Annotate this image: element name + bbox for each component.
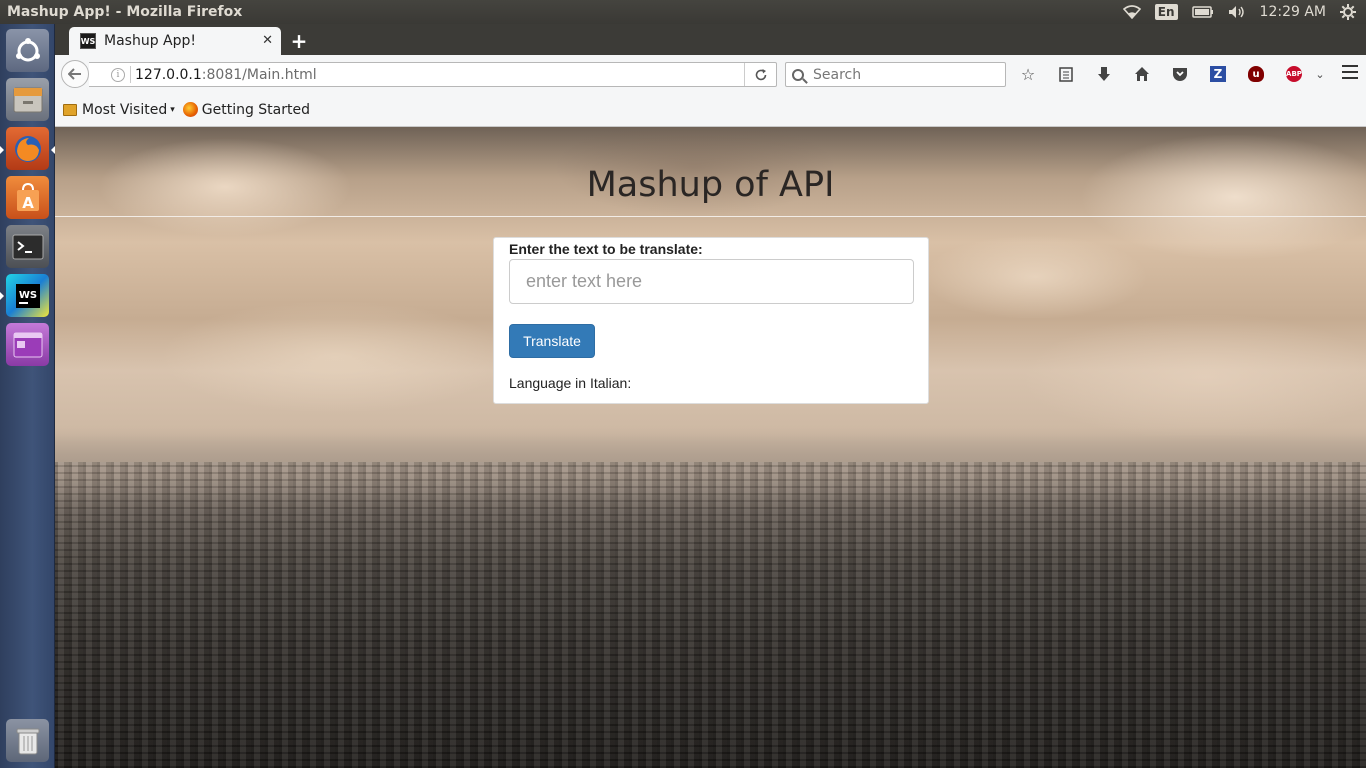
ublock-icon[interactable]: u — [1245, 63, 1267, 85]
navigation-toolbar: i 127.0.0.1:8081/Main.html Search ☆ Z u — [55, 55, 1366, 93]
bookmark-star-icon[interactable]: ☆ — [1017, 63, 1039, 85]
svg-text:A: A — [22, 194, 34, 212]
folder-icon — [63, 103, 77, 116]
tab-title: Mashup App! — [104, 33, 196, 49]
workspace-switcher-icon[interactable] — [6, 323, 49, 366]
unity-launcher: A WS — [0, 24, 55, 768]
terminal-icon[interactable] — [6, 225, 49, 268]
bookmark-label: Most Visited — [82, 101, 168, 118]
ubuntu-dash-icon[interactable] — [6, 29, 49, 72]
battery-icon[interactable] — [1191, 6, 1214, 18]
title-divider — [55, 216, 1366, 217]
top-panel: Mashup App! - Mozilla Firefox En 12:29 A… — [0, 0, 1366, 24]
hamburger-menu-icon[interactable] — [1342, 65, 1358, 79]
result-label: Language in Italian: — [509, 375, 632, 391]
zotero-icon[interactable]: Z — [1207, 63, 1229, 85]
close-tab-icon[interactable]: ✕ — [262, 33, 273, 48]
volume-icon[interactable] — [1228, 5, 1246, 19]
keyboard-layout-indicator[interactable]: En — [1154, 4, 1178, 20]
translate-form: Enter the text to be translate: Translat… — [493, 237, 929, 404]
tab-strip: WS Mashup App! ✕ + — [55, 24, 1366, 55]
reading-list-icon[interactable] — [1055, 63, 1077, 85]
pocket-icon[interactable] — [1169, 63, 1191, 85]
running-indicator — [0, 292, 4, 300]
site-info-icon[interactable]: i — [111, 67, 125, 82]
clock[interactable]: 12:29 AM — [1260, 4, 1326, 20]
background-cityscape — [55, 462, 1366, 768]
translate-button[interactable]: Translate — [509, 324, 595, 358]
url-separator — [130, 66, 131, 83]
search-placeholder: Search — [813, 66, 862, 83]
firefox-icon[interactable] — [6, 127, 49, 170]
trash-icon[interactable] — [6, 719, 49, 762]
download-icon[interactable] — [1093, 63, 1115, 85]
bookmarks-toolbar: Most Visited ▾ Getting Started — [55, 93, 1366, 127]
bookmark-getting-started[interactable]: Getting Started — [182, 100, 310, 120]
page-viewport: Mashup of API Enter the text to be trans… — [55, 127, 1366, 768]
running-indicator — [0, 146, 4, 154]
webstorm-icon[interactable]: WS — [6, 274, 49, 317]
search-bar[interactable]: Search — [785, 62, 1006, 87]
new-tab-button[interactable]: + — [289, 29, 309, 53]
page-title: Mashup of API — [586, 165, 835, 205]
settings-gear-icon[interactable] — [1340, 4, 1356, 20]
adblock-plus-icon[interactable]: ABP — [1283, 63, 1305, 85]
svg-text:WS: WS — [18, 290, 36, 301]
system-indicators: En 12:29 AM — [1122, 0, 1366, 24]
webstorm-favicon-icon: WS — [80, 33, 96, 49]
url-bar[interactable]: i 127.0.0.1:8081/Main.html — [89, 62, 777, 87]
bookmark-label: Getting Started — [201, 101, 310, 118]
firefox-icon — [182, 102, 198, 117]
tab-mashup-app[interactable]: WS Mashup App! ✕ — [69, 27, 281, 55]
chevron-down-icon: ▾ — [170, 104, 175, 115]
chevron-down-icon[interactable]: ⌄ — [1309, 63, 1331, 85]
files-icon[interactable] — [6, 78, 49, 121]
software-center-icon[interactable]: A — [6, 176, 49, 219]
toolbar-icons: ☆ Z u ABP ⌄ — [1017, 63, 1347, 85]
translate-text-input[interactable] — [509, 259, 914, 304]
back-button[interactable] — [61, 60, 89, 88]
search-icon — [792, 68, 804, 81]
bookmark-most-visited[interactable]: Most Visited ▾ — [63, 100, 175, 120]
reload-icon[interactable] — [744, 63, 776, 86]
url-path: :8081/Main.html — [201, 66, 317, 83]
input-label: Enter the text to be translate: — [509, 241, 703, 257]
home-icon[interactable] — [1131, 63, 1153, 85]
wifi-icon[interactable] — [1122, 5, 1141, 19]
url-host: 127.0.0.1 — [135, 66, 202, 83]
window-title: Mashup App! - Mozilla Firefox — [7, 4, 243, 20]
